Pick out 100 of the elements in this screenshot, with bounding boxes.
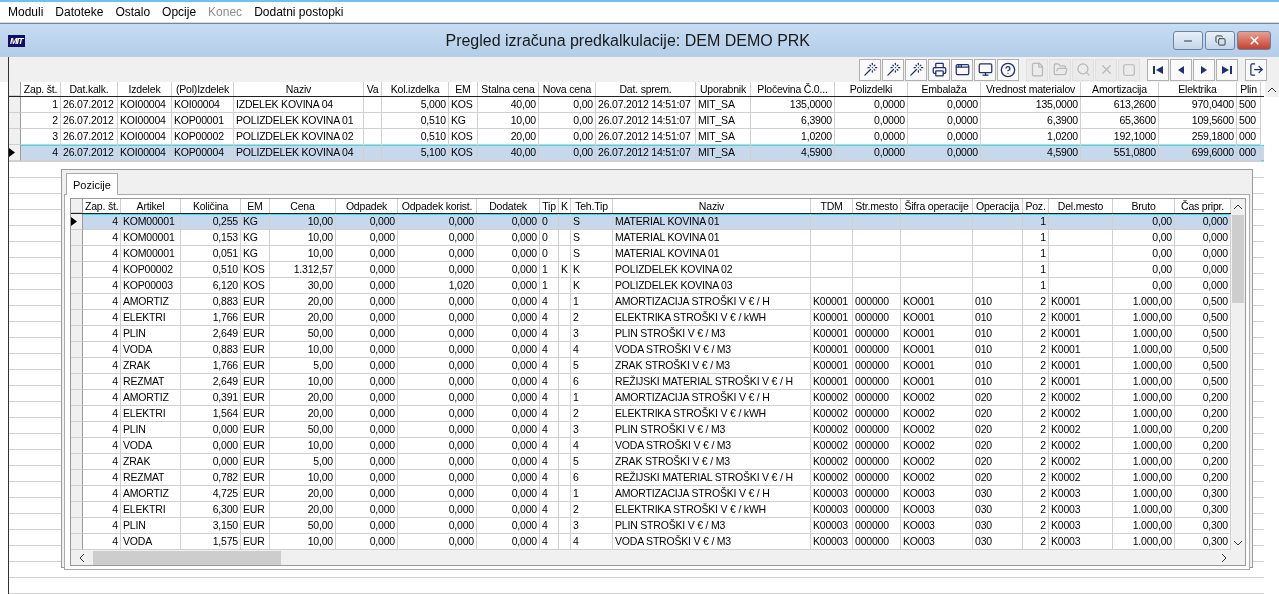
column-header[interactable]: Va: [364, 82, 382, 96]
previous-button[interactable]: [1170, 58, 1192, 81]
table-row[interactable]: 4 KOP00002 0,510 KOS 1.312,57 0,000 0,000 0,000 1 K K POLIZDELEK KOVINA 02 1 0,00 0,000: [71, 262, 1231, 278]
table-row[interactable]: 4 REZMAT 0,782 EUR 10,00 0,000 0,000 0,000 4 6 REŽIJSKI MATERIAL STROŠKI V € / H K00002 000000 KO002 020 2 K0002 1.000,00 0,200: [71, 470, 1231, 486]
table-cell: 0,500: [1202, 359, 1228, 371]
table-cell: 2,649: [212, 375, 238, 387]
table-cell: 4: [112, 343, 118, 355]
table-cell: 0,000: [369, 359, 395, 371]
table-cell: 0,0000: [947, 146, 978, 158]
wand-button[interactable]: [859, 58, 881, 81]
table-cell: 4: [542, 439, 548, 451]
table-row[interactable]: 4 PLIN 2,649 EUR 50,00 0,000 0,000 0,000 4 3 PLIN STROŠKI V € / M3 K00001 000000 KO001 010 2 K0001 1.000,00 0,500: [71, 326, 1231, 342]
table-cell: 0,0000: [874, 98, 905, 110]
table-cell: 020: [975, 407, 992, 419]
table-cell: KG: [243, 231, 258, 243]
table-row[interactable]: 3 26.07.2012 KOI00004 KOP00002 POLIZDELEK KOVINA 02 0,510 KOS 20,00 0,00 26.07.2012 14:51:07 MIT_SA 1,0200 0,0000 0,0000 1,0200 192,1000 259,1800 000: [9, 129, 1264, 145]
table-cell: 000000: [855, 535, 889, 547]
table-cell: 4: [112, 487, 118, 499]
table-cell: 0,000: [448, 263, 474, 275]
table-cell: 0,510: [420, 130, 446, 142]
table-cell: 0,500: [1202, 295, 1228, 307]
menu-item[interactable]: Opcije: [156, 5, 203, 19]
table-cell: REŽIJSKI MATERIAL STROŠKI V € / H: [615, 375, 793, 387]
wand-button[interactable]: [882, 58, 904, 81]
table-row[interactable]: 1 26.07.2012 KOI00004 KOI00004 IZDELEK KOVINA 04 5,000 KOS 40,00 0,00 26.07.2012 14:51:07 MIT_SA 135,0000 0,0000 0,0000 135,0000 613,2600 970,0400 500: [9, 97, 1264, 113]
table-row[interactable]: 4 AMORTIZ 0,883 EUR 20,00 0,000 0,000 0,000 4 1 AMORTIZACIJA STROŠKI V € / H K00001 000000 KO001 010 2 K0001 1.000,00 0,500: [71, 294, 1231, 310]
table-row[interactable]: 4 KOM00001 0,153 KG 10,00 0,000 0,000 0,000 0 S MATERIAL KOVINA 01 1 0,00 0,000: [71, 230, 1231, 246]
table-row[interactable]: 4 ZRAK 0,000 EUR 5,00 0,000 0,000 0,000 4 5 ZRAK STROŠKI V € / M3 K00002 000000 KO002 020 2 K0002 1.000,00 0,200: [71, 454, 1231, 470]
table-cell: 40,00: [510, 146, 536, 158]
table-cell: 0,200: [1202, 423, 1228, 435]
menu-item[interactable]: Ostalo: [109, 5, 157, 19]
column-header[interactable]: Stalna cena: [478, 82, 539, 96]
table-cell: MATERIAL KOVINA 01: [615, 215, 720, 227]
column-header[interactable]: Tip: [540, 199, 559, 213]
table-cell: 6: [573, 471, 579, 483]
table-cell: 0: [542, 215, 548, 227]
next-button[interactable]: [1193, 58, 1215, 81]
table-cell: K00003: [813, 535, 848, 547]
column-header[interactable]: Zap. št.: [21, 82, 61, 96]
table-cell: 135,0000: [789, 98, 832, 110]
table-cell: KOM00001: [123, 231, 175, 243]
table-row[interactable]: 4 ZRAK 1,766 EUR 5,00 0,000 0,000 0,000 4 5 ZRAK STROŠKI V € / M3 K00001 000000 KO001 010 2 K0001 1.000,00 0,500: [71, 358, 1231, 374]
table-row[interactable]: 4 KOM00001 0,255 KG 10,00 0,000 0,000 0,000 0 S MATERIAL KOVINA 01 1 0,00 0,000: [71, 214, 1231, 230]
menu-item[interactable]: Datoteke: [49, 5, 110, 19]
table-row[interactable]: 4 AMORTIZ 4,725 EUR 20,00 0,000 0,000 0,000 4 1 AMORTIZACIJA STROŠKI V € / H K00003 000000 KO003 030 2 K0003 1.000,00 0,300: [71, 486, 1231, 502]
table-row[interactable]: 4 VODA 1,575 EUR 10,00 0,000 0,000 0,000 4 4 VODA STROŠKI V € / M3 K00003 000000 KO003 030 2 K0003 1.000,00 0,300: [71, 534, 1231, 550]
table-row[interactable]: 4 REZMAT 2,649 EUR 10,00 0,000 0,000 0,000 4 6 REŽIJSKI MATERIAL STROŠKI V € / H K00001 000000 KO001 010 2 K0001 1.000,00 0,500: [71, 374, 1231, 390]
table-cell: ELEKTRI: [123, 503, 166, 515]
table-row[interactable]: 4 VODA 0,000 EUR 10,00 0,000 0,000 0,000 4 4 VODA STROŠKI V € / M3 K00002 000000 KO002 020 2 K0002 1.000,00 0,200: [71, 438, 1231, 454]
tab[interactable]: Pozicije: [66, 173, 118, 195]
wand-button[interactable]: [905, 58, 927, 81]
column-header[interactable]: Zap. št.: [83, 199, 121, 213]
first-record-icon: [1153, 65, 1163, 74]
column-header[interactable]: K: [559, 199, 571, 213]
close-button[interactable]: [1237, 31, 1271, 50]
table-cell: 2: [1040, 343, 1046, 355]
scroll-up-button[interactable]: [1265, 82, 1279, 97]
table-row[interactable]: 4 ELEKTRI 6,300 EUR 20,00 0,000 0,000 0,000 4 2 ELEKTRIKA STROŠKI V € / kWH K00003 000000 KO003 030 2 K0003 1.000,00 0,300: [71, 502, 1231, 518]
table-row[interactable]: 4 VODA 0,883 EUR 10,00 0,000 0,000 0,000 4 4 VODA STROŠKI V € / M3 K00001 000000 KO001 010 2 K0001 1.000,00 0,500: [71, 342, 1231, 358]
horizontal-scrollbar[interactable]: [71, 550, 1231, 565]
table-cell: 2: [1040, 407, 1046, 419]
table-cell: 0,000: [448, 519, 474, 531]
table-cell: KO002: [903, 455, 935, 467]
table-cell: 0,000: [511, 375, 537, 387]
table-cell: 0,0000: [947, 98, 978, 110]
menu-item[interactable]: Moduli: [2, 5, 50, 19]
menu-item[interactable]: Dodatni postopki: [248, 5, 350, 19]
table-row[interactable]: 4 26.07.2012 KOI00004 KOP00004 POLIZDELEK KOVINA 04 5,100 KOS 40,00 0,00 26.07.2012 14:51:07 MIT_SA 4,5900 0,0000 0,0000 4,5900 551,0800 699,6000 000: [9, 145, 1264, 161]
table-row[interactable]: 4 KOP00003 6,120 KOS 30,00 0,000 1,020 0,000 1 K POLIZDELEK KOVINA 03 1 0,00 0,000: [71, 278, 1231, 294]
monitor-button[interactable]: [974, 58, 996, 81]
restore-button[interactable]: [1205, 31, 1235, 50]
window-button[interactable]: [951, 58, 973, 81]
exit-button[interactable]: [1245, 58, 1267, 81]
table-cell: EUR: [243, 471, 265, 483]
table-cell: 0,000: [369, 311, 395, 323]
column-header[interactable]: Poz.: [1023, 199, 1049, 213]
table-row[interactable]: 4 AMORTIZ 0,391 EUR 20,00 0,000 0,000 0,000 4 1 AMORTIZACIJA STROŠKI V € / H K00002 000000 KO002 020 2 K0002 1.000,00 0,200: [71, 390, 1231, 406]
printer-button[interactable]: [928, 58, 950, 81]
table-row[interactable]: 2 26.07.2012 KOI00004 KOP00001 POLIZDELEK KOVINA 01 0,510 KG 10,00 0,00 26.07.2012 14:51:07 MIT_SA 6,3900 0,0000 0,0000 6,3900 65,3600 109,5600 500: [9, 113, 1264, 129]
table-cell: 0,000: [511, 535, 537, 547]
last-record-button[interactable]: [1216, 58, 1238, 81]
table-cell: 1.000,00: [1132, 455, 1172, 467]
table-cell: 0,000: [511, 407, 537, 419]
table-row[interactable]: 4 ELEKTRI 1,564 EUR 20,00 0,000 0,000 0,000 4 2 ELEKTRIKA STROŠKI V € / kWH K00002 000000 KO002 020 2 K0002 1.000,00 0,200: [71, 406, 1231, 422]
table-row[interactable]: 4 ELEKTRI 1,766 EUR 20,00 0,000 0,000 0,000 4 2 ELEKTRIKA STROŠKI V € / kWH K00001 000000 KO001 010 2 K0001 1.000,00 0,500: [71, 310, 1231, 326]
table-cell: K0002: [1051, 471, 1081, 483]
first-record-button[interactable]: [1147, 58, 1169, 81]
minimize-button[interactable]: [1173, 31, 1203, 50]
table-row[interactable]: 4 PLIN 0,000 EUR 50,00 0,000 0,000 0,000 4 3 PLIN STROŠKI V € / M3 K00002 000000 KO002 020 2 K0002 1.000,00 0,200: [71, 422, 1231, 438]
table-cell: KG: [451, 114, 466, 126]
vertical-scrollbar[interactable]: [1231, 199, 1245, 565]
column-header[interactable]: Operacija: [973, 199, 1023, 213]
table-row[interactable]: 4 PLIN 3,150 EUR 50,00 0,000 0,000 0,000 4 3 PLIN STROŠKI V € / M3 K00003 000000 KO003 030 2 K0003 1.000,00 0,300: [71, 518, 1231, 534]
column-header[interactable]: Str.mesto: [853, 199, 901, 213]
table-cell: 0,000: [448, 535, 474, 547]
help-button[interactable]: [997, 58, 1019, 81]
table-cell: 0,000: [369, 487, 395, 499]
table-cell: 1: [1040, 263, 1046, 275]
table-cell: 4: [542, 487, 548, 499]
table-row[interactable]: 4 KOM00001 0,051 KG 10,00 0,000 0,000 0,000 0 S MATERIAL KOVINA 01 1 0,00 0,000: [71, 246, 1231, 262]
